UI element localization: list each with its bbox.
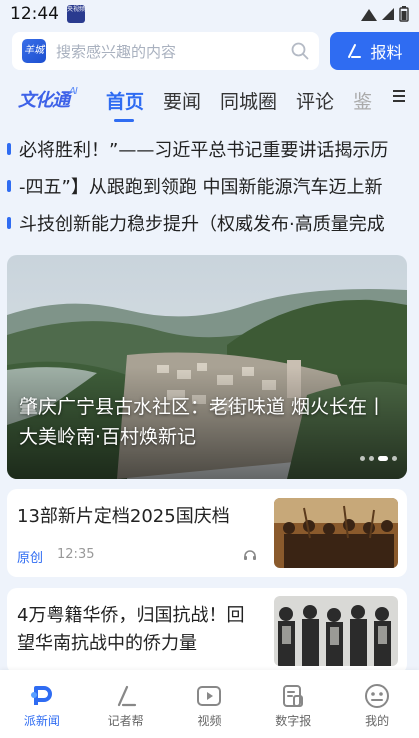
headline-item[interactable]: 斗技创新能力稳步提升（权威发布·高质量完成 bbox=[0, 204, 419, 241]
tab-comment[interactable]: 评论 bbox=[296, 87, 334, 114]
search-icon[interactable] bbox=[291, 42, 309, 60]
channel-nav: 文化通 AI 首页 要闻 同城圈 评论 鉴 bbox=[0, 80, 419, 122]
headline-item[interactable]: 必将胜利！”——习近平总书记重要讲话揭示历 bbox=[0, 130, 419, 167]
battery-icon bbox=[399, 6, 409, 22]
nav-item-video[interactable]: 视频 bbox=[174, 680, 244, 738]
audio-icon[interactable] bbox=[243, 549, 257, 561]
nav-label: 视频 bbox=[197, 714, 222, 728]
notification-app-icon: 央视频 bbox=[67, 5, 85, 23]
banner-caption: 肇庆广宁县古水社区：老街味道 烟火长在丨大美岭南·百村焕新记 bbox=[19, 396, 387, 448]
news-card-title: 4万粤籍华侨，归国抗战！回望华南抗战中的侨力量 bbox=[17, 605, 245, 654]
report-label: 报料 bbox=[370, 43, 403, 62]
nav-item-profile[interactable]: 我的 bbox=[342, 680, 412, 738]
bottom-nav: 派新闻 记者帮 视频 数字报 我的 bbox=[0, 670, 419, 738]
pen-icon bbox=[348, 44, 362, 58]
tab-city[interactable]: 同城圈 bbox=[220, 87, 277, 114]
news-card-thumbnail bbox=[274, 498, 398, 568]
brand-logo: 文化通 AI bbox=[18, 86, 90, 114]
news-card-thumbnail bbox=[274, 596, 398, 666]
status-icons bbox=[361, 6, 409, 22]
nav-label: 派新闻 bbox=[23, 714, 60, 728]
news-card-meta: 原创 12:35 bbox=[17, 547, 94, 566]
video-icon bbox=[197, 686, 222, 706]
brand-sup: AI bbox=[69, 86, 78, 97]
profile-face-icon bbox=[365, 684, 390, 708]
report-button[interactable]: 报料 bbox=[330, 32, 419, 70]
headline-list: 必将胜利！”——习近平总书记重要讲话揭示历 -四五”】从跟跑到领跑 中国新能源汽… bbox=[0, 130, 419, 241]
nav-label: 记者帮 bbox=[107, 714, 144, 728]
pen-icon bbox=[117, 685, 136, 707]
headline-item[interactable]: -四五”】从跟跑到领跑 中国新能源汽车迈上新 bbox=[0, 167, 419, 204]
nav-item-news[interactable]: 派新闻 bbox=[7, 680, 77, 738]
featured-banner[interactable]: 肇庆广宁县古水社区：老街味道 烟火长在丨大美岭南·百村焕新记 bbox=[7, 255, 407, 479]
tab-home[interactable]: 首页 bbox=[106, 87, 144, 122]
news-card-time: 12:35 bbox=[57, 547, 95, 562]
headline-text: 斗技创新能力稳步提升（权威发布·高质量完成 bbox=[19, 213, 385, 235]
app-logo-icon: 羊城 bbox=[22, 39, 46, 63]
news-card-source: 原创 bbox=[17, 551, 44, 566]
search-bar[interactable]: 羊城 搜索感兴趣的内容 bbox=[12, 32, 319, 70]
search-placeholder: 搜索感兴趣的内容 bbox=[56, 42, 177, 61]
signal-icon bbox=[361, 9, 377, 21]
tab-news[interactable]: 要闻 bbox=[163, 87, 201, 114]
nav-item-epaper[interactable]: 数字报 bbox=[258, 680, 328, 738]
tab-more[interactable]: 鉴 bbox=[353, 87, 372, 114]
newspaper-icon bbox=[283, 685, 304, 707]
headline-text: -四五”】从跟跑到领跑 中国新能源汽车迈上新 bbox=[19, 176, 383, 198]
nav-label: 数字报 bbox=[275, 714, 312, 728]
carousel-indicator bbox=[360, 456, 397, 461]
news-card[interactable]: 13部新片定档2025国庆档 原创 12:35 bbox=[7, 489, 407, 577]
cellular-icon bbox=[382, 8, 394, 20]
news-card[interactable]: 4万粤籍华侨，归国抗战！回望华南抗战中的侨力量 bbox=[7, 588, 407, 674]
nav-item-reporter[interactable]: 记者帮 bbox=[91, 680, 161, 738]
menu-icon[interactable] bbox=[393, 90, 405, 104]
status-bar: 12:44 央视频 bbox=[0, 0, 419, 28]
nav-label: 我的 bbox=[365, 714, 390, 728]
brand-text: 文化通 bbox=[18, 90, 70, 111]
headline-text: 必将胜利！”——习近平总书记重要讲话揭示历 bbox=[19, 139, 389, 161]
news-card-title: 13部新片定档2025国庆档 bbox=[17, 506, 230, 527]
news-p-icon bbox=[30, 686, 52, 705]
status-time: 12:44 bbox=[10, 4, 59, 24]
